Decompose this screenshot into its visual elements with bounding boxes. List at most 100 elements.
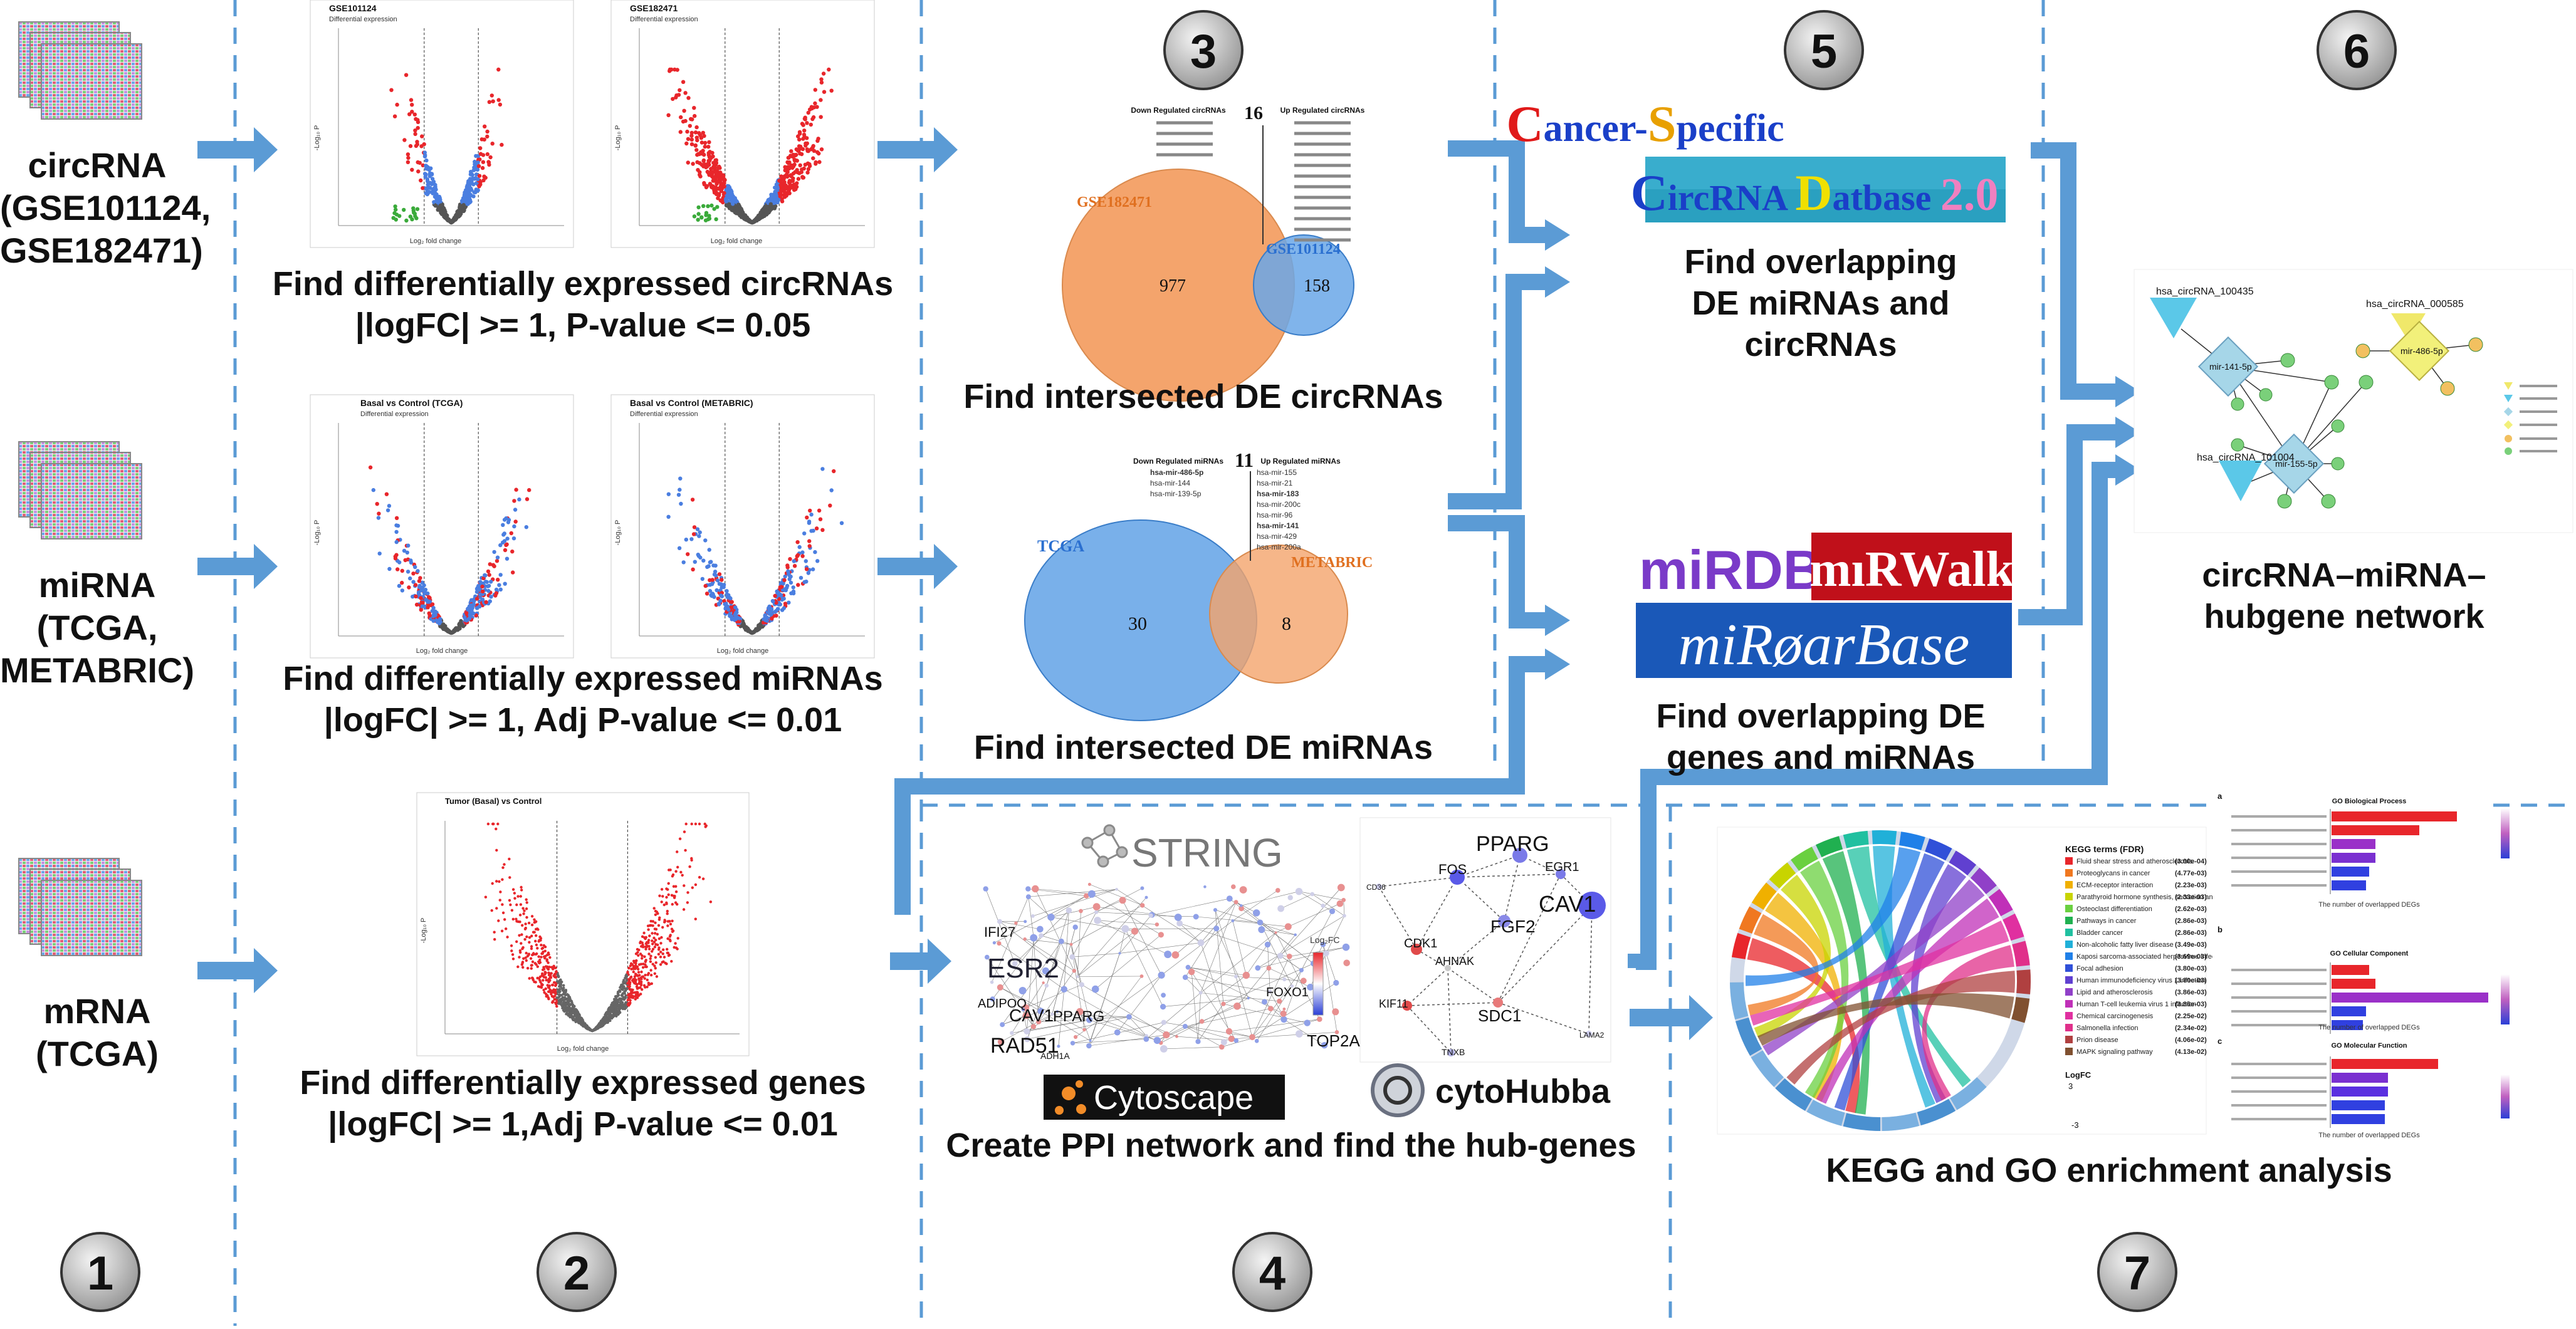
svg-text:miRøarBase: miRøarBase [1678,612,1970,677]
string-logo: STRING [1081,824,1283,875]
svg-text:The number of overlapped DEGs: The number of overlapped DEGs [2318,901,2420,909]
svg-text:KIF11: KIF11 [1379,998,1408,1010]
step-number: 7 [2124,1247,2150,1300]
svg-text:ADH1A: ADH1A [1040,1051,1070,1061]
step-number: 5 [1811,25,1837,78]
svg-text:GO Cellular Component: GO Cellular Component [2330,950,2409,957]
venn-count-left: 977 [1160,276,1186,296]
kegg-chord: KEGG terms (FDR) Fluid shear stress and … [1717,826,2237,1135]
kegg-fdr: (4.13e-02) [2175,1048,2207,1056]
volcano-title: Basal vs Control (METABRIC) [630,398,753,408]
caption-ppi: Create PPI network and find the hub-gene… [946,1127,1636,1164]
svg-text:mıRWalk: mıRWalk [1809,542,2014,597]
volcano-mrna: Tumor (Basal) vs Control Log₂ fold chang… [416,792,750,1056]
kegg-title: KEGG terms (FDR) [2065,844,2144,854]
caption-enrichment: KEGG and GO enrichment analysis [1826,1152,2392,1189]
volcano-ylabel: -Log₁₀ P [614,520,622,546]
kegg-fdr: (3.80e-03) [2175,965,2207,972]
venn-count-right: 158 [1304,276,1330,296]
kegg-term: MAPK signaling pathway [2076,1048,2153,1056]
svg-text:FOS: FOS [1438,862,1467,877]
svg-text:EGR1: EGR1 [1545,860,1579,874]
volcano-gse182471: GSE182471 Differential expression Log₂ f… [610,0,875,248]
kegg-fdr: (3.00e-04) [2175,858,2207,865]
caption-intersected-circrnas: Find intersected DE circRNAs [963,378,1443,415]
cytohubba-logo: cytoHubba [1371,1063,1611,1117]
volcano-subtitle: Differential expression [630,410,698,418]
venn-label-gse182471: GSE182471 [1077,194,1152,211]
kegg-swatch [2065,869,2073,877]
cerna-network: hsa_circRNA_100435 hsa_circRNA_000585 hs… [2134,269,2573,533]
svg-text:cytoHubba: cytoHubba [1435,1073,1611,1110]
kegg-term: Proteoglycans in cancer [2076,870,2150,877]
svg-text:hsa-mir-429: hsa-mir-429 [1257,532,1297,541]
svg-text:STRING: STRING [1131,830,1283,875]
kegg-swatch [2065,1012,2073,1019]
svg-text:mir-155-5p: mir-155-5p [2275,459,2318,469]
ppi-full-network: ESR2 CAV1 PPARG RAD51 TOP2A IFI27 ADIPOQ… [978,877,1360,1061]
svg-text:mir-486-5p: mir-486-5p [2401,346,2443,356]
venn-up-header: Up Regulated circRNAs [1280,106,1365,115]
volcano-ylabel: -Log₁₀ P [313,520,321,546]
caption-network: circRNA–miRNA– hubgene network [2202,556,2486,635]
step-circle-1: 1 [60,1232,140,1312]
source-circrna-label: circRNA (GSE101124, GSE182471) [0,145,211,270]
volcano-metabric: Basal vs Control (METABRIC) Differential… [610,394,875,659]
mirbase-logo: miRøarBase [1636,603,2012,678]
kegg-fdr: (3.49e-03) [2175,941,2207,949]
volcano-title: Basal vs Control (TCGA) [360,398,463,408]
venn-down-header: Down Regulated miRNAs [1133,457,1223,466]
volcano-title: GSE101124 [329,3,377,13]
kegg-fdr: (2.86e-03) [2175,929,2207,937]
string-icon [1081,824,1128,868]
venn-up-header: Up Regulated miRNAs [1260,457,1341,466]
step-number: 4 [1259,1247,1285,1300]
step-circle-4: 4 [1232,1232,1312,1312]
kegg-term: ECM-receptor interaction [2076,882,2153,889]
volcano-subtitle: Differential expression [360,410,429,418]
circrna-data-icon [18,21,142,120]
venn-mirna: TCGA METABRIC 30 8 11 Down Regulated miR… [1024,448,1379,724]
kegg-swatch [2065,881,2073,889]
svg-text:ESR2: ESR2 [987,953,1059,984]
venn-label-gse101124: GSE101124 [1266,241,1341,258]
venn-down-header: Down Regulated circRNAs [1131,106,1226,115]
volcano-xlabel: Log₂ fold change [416,647,468,655]
kegg-term: Lipid and atherosclerosis [2076,989,2153,996]
volcano-xlabel: Log₂ fold change [557,1045,609,1053]
caption-intersected-mirnas: Find intersected DE miRNAs [973,729,1433,766]
step-number: 2 [563,1247,590,1300]
svg-text:FOXO1: FOXO1 [1266,986,1309,999]
kegg-swatch [2065,1024,2073,1031]
svg-text:TNXB: TNXB [1442,1047,1465,1057]
step-circle-2: 2 [537,1232,617,1312]
kegg-swatch [2065,941,2073,948]
venn-count-right: 8 [1282,613,1291,634]
kegg-term: Bladder cancer [2076,929,2123,937]
svg-text:hsa-mir-200c: hsa-mir-200c [1257,500,1301,509]
kegg-fdr: (4.77e-03) [2175,870,2207,877]
kegg-swatch [2065,929,2073,936]
step-circle-6: 6 [2317,10,2397,90]
svg-text:CDK1: CDK1 [1404,937,1437,951]
svg-text:hsa-mir-141: hsa-mir-141 [1257,521,1299,530]
kegg-term: Prion disease [2076,1036,2118,1044]
kegg-fdr: (3.86e-03) [2175,989,2207,996]
volcano-title: GSE182471 [630,3,678,13]
kegg-fdr: (3.69e-03) [2175,953,2207,961]
kegg-fdr: (3.80e-03) [2175,977,2207,984]
logfc-max: 3 [2068,1081,2073,1091]
svg-text:hsa-mir-486-5p: hsa-mir-486-5p [1150,468,1203,477]
svg-text:b: b [2217,925,2223,934]
source-mirna-label: miRNA (TCGA, METABRIC) [0,565,195,690]
svg-text:Cytoscape: Cytoscape [1094,1079,1254,1117]
svg-text:The number of overlapped DEGs: The number of overlapped DEGs [2318,1024,2420,1031]
hub-gene-network: FOS PPARG EGR1 FGF2 CAV1 CDK1 AHNAK KIF1… [1359,817,1611,1063]
svg-text:CD36: CD36 [1366,883,1386,892]
svg-text:The number of overlapped DEGs: The number of overlapped DEGs [2318,1132,2420,1139]
kegg-swatch [2065,917,2073,924]
svg-text:PPARG: PPARG [1476,832,1549,856]
svg-text:FGF2: FGF2 [1490,917,1536,936]
mirdb-logo: miRDB [1639,539,1823,601]
kegg-swatch [2065,1048,2073,1055]
